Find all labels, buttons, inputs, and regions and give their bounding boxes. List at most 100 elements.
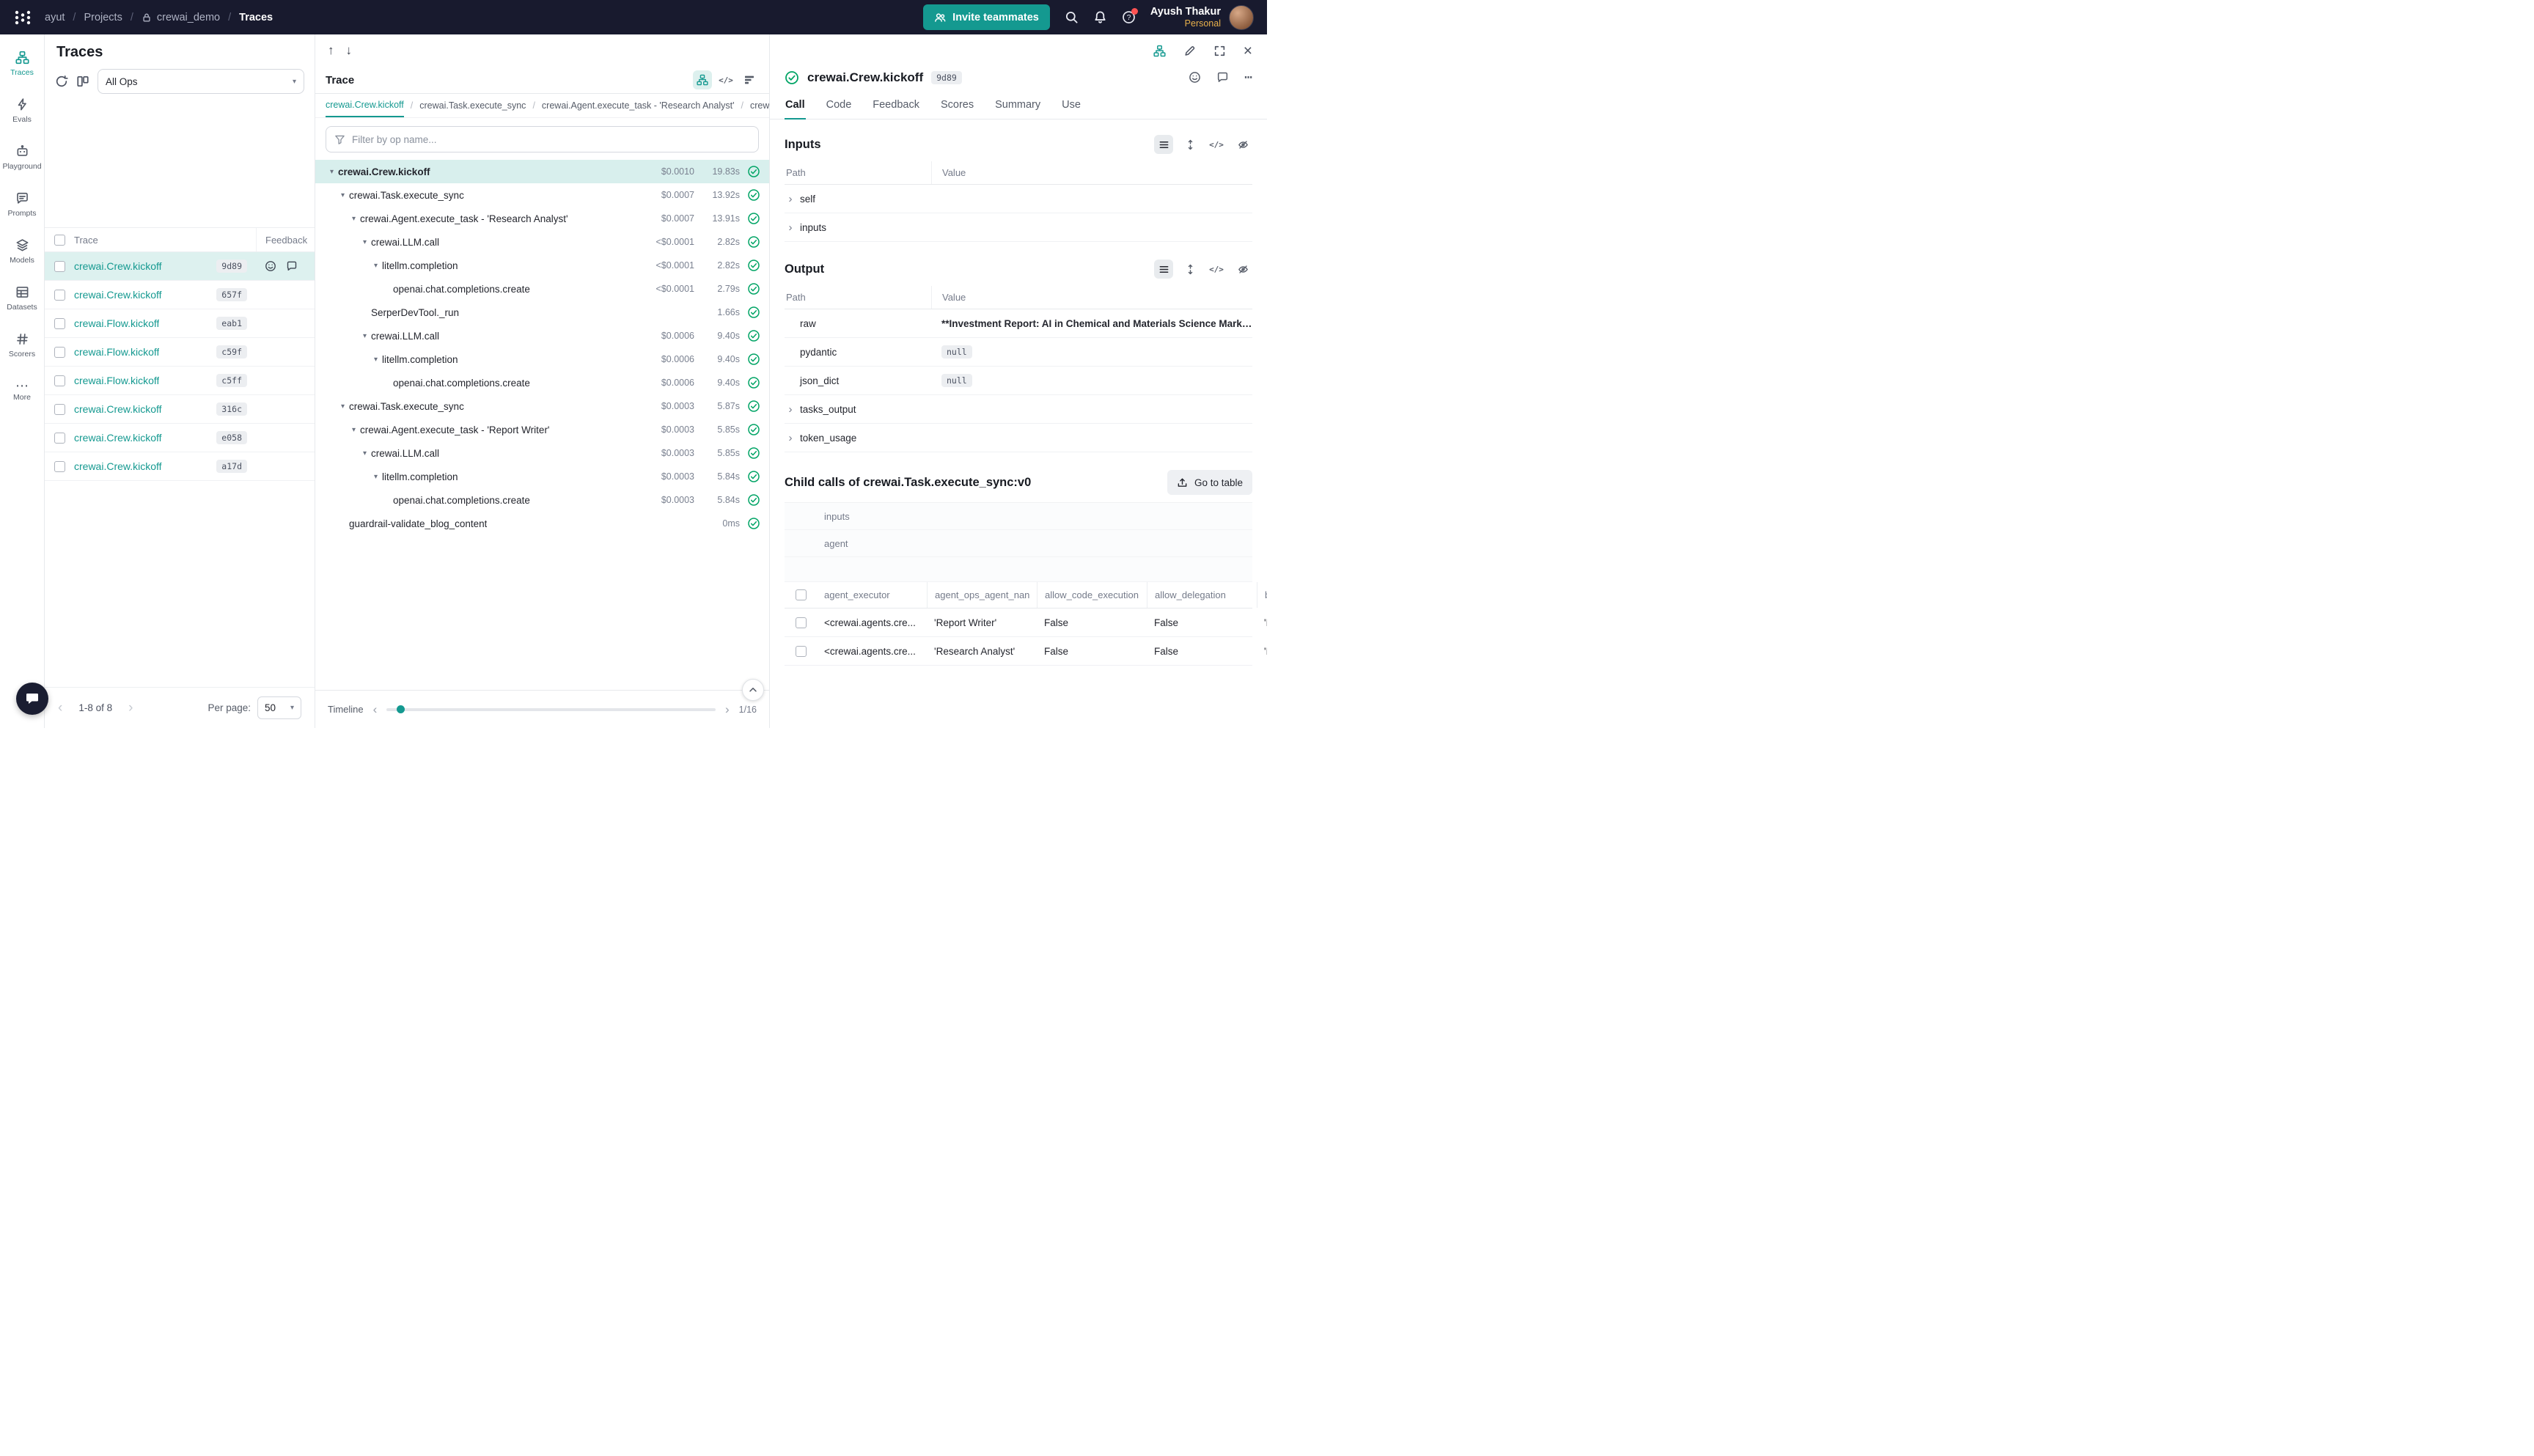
trace-tree-node[interactable]: ▾crewai.LLM.call<$0.00012.82s xyxy=(315,230,769,254)
tab-call[interactable]: Call xyxy=(785,92,806,120)
comment-icon[interactable] xyxy=(1216,71,1229,84)
notifications-bell-icon[interactable] xyxy=(1093,10,1107,24)
column-header[interactable]: allow_delegation xyxy=(1147,582,1257,608)
column-header[interactable]: agent_executor xyxy=(817,582,927,608)
trace-tree-node[interactable]: openai.chat.completions.create<$0.00012.… xyxy=(315,277,769,301)
trace-name-link[interactable]: crewai.Crew.kickoff xyxy=(74,403,162,415)
edit-pencil-icon[interactable] xyxy=(1183,45,1196,57)
invite-teammates-button[interactable]: Invite teammates xyxy=(923,4,1050,30)
overflow-menu-icon[interactable]: ⋯ xyxy=(1244,70,1252,85)
column-header[interactable]: allow_code_execution xyxy=(1037,582,1147,608)
trace-breadcrumb-item[interactable]: crewai.Crew.kickoff xyxy=(326,94,404,117)
row-checkbox[interactable] xyxy=(54,375,65,386)
trace-tree-node[interactable]: ▾crewai.Agent.execute_task - 'Research A… xyxy=(315,207,769,230)
column-settings-icon[interactable] xyxy=(76,75,89,88)
collapse-caret-icon[interactable]: ▾ xyxy=(359,332,371,340)
trace-tree-node[interactable]: ▾litellm.completion$0.00035.84s xyxy=(315,465,769,488)
column-header-feedback[interactable]: Feedback xyxy=(256,228,315,251)
collapse-caret-icon[interactable]: ▾ xyxy=(326,168,338,176)
trace-tree-node[interactable]: openai.chat.completions.create$0.00035.8… xyxy=(315,488,769,512)
trace-name-link[interactable]: crewai.Flow.kickoff xyxy=(74,375,159,386)
expand-chevron-icon[interactable]: › xyxy=(786,403,795,416)
close-icon[interactable]: × xyxy=(1244,43,1252,59)
ops-filter-select[interactable]: All Ops ▾ xyxy=(98,69,304,94)
list-view-icon[interactable] xyxy=(1154,135,1173,154)
row-checkbox[interactable] xyxy=(54,433,65,444)
sidebar-item-evals[interactable]: Evals xyxy=(0,87,44,134)
overview-tree-icon[interactable] xyxy=(1153,45,1166,57)
feedback-comment-icon[interactable] xyxy=(286,260,298,272)
timeline-next-icon[interactable]: › xyxy=(725,702,730,717)
collapse-panel-button[interactable] xyxy=(742,679,764,701)
trace-row[interactable]: crewai.Crew.kickoff657f xyxy=(45,281,315,309)
tab-scores[interactable]: Scores xyxy=(940,92,974,120)
collapse-caret-icon[interactable]: ▾ xyxy=(337,191,349,199)
trace-name-link[interactable]: crewai.Crew.kickoff xyxy=(74,432,162,444)
row-checkbox[interactable] xyxy=(796,646,807,657)
help-icon[interactable]: ? xyxy=(1122,10,1136,24)
collapse-caret-icon[interactable]: ▾ xyxy=(348,426,360,434)
trace-tree-node[interactable]: ▾crewai.LLM.call$0.00035.85s xyxy=(315,441,769,465)
tab-feedback[interactable]: Feedback xyxy=(872,92,920,120)
trace-tree-node[interactable]: guardrail-validate_blog_content0ms xyxy=(315,512,769,535)
trace-name-link[interactable]: crewai.Crew.kickoff xyxy=(74,289,162,301)
feedback-emoji-icon[interactable] xyxy=(265,260,276,272)
trace-row[interactable]: crewai.Flow.kickoffc59f xyxy=(45,338,315,367)
breadcrumb-projects[interactable]: Projects xyxy=(84,12,122,23)
chat-widget-button[interactable] xyxy=(16,683,48,715)
collapse-caret-icon[interactable]: ▾ xyxy=(359,238,371,246)
timeline-slider-handle[interactable] xyxy=(397,705,405,713)
column-header-trace[interactable]: Trace xyxy=(74,235,256,246)
timeline-slider[interactable] xyxy=(386,708,716,711)
trace-row[interactable]: crewai.Crew.kickoff9d89 xyxy=(45,252,315,281)
trace-tree-node[interactable]: ▾crewai.Agent.execute_task - 'Report Wri… xyxy=(315,418,769,441)
sidebar-item-traces[interactable]: Traces xyxy=(0,40,44,87)
sidebar-item-more[interactable]: ⋯More xyxy=(0,369,44,416)
expand-chevron-icon[interactable]: › xyxy=(786,432,795,444)
breadcrumb-user[interactable]: ayut xyxy=(45,12,65,23)
column-header[interactable]: b xyxy=(1257,582,1267,608)
trace-tree-node[interactable]: openai.chat.completions.create$0.00069.4… xyxy=(315,371,769,394)
tab-code[interactable]: Code xyxy=(826,92,853,120)
expand-all-icon[interactable] xyxy=(1180,135,1200,154)
tree-view-icon[interactable] xyxy=(693,70,712,89)
sidebar-item-datasets[interactable]: Datasets xyxy=(0,275,44,322)
tab-use[interactable]: Use xyxy=(1061,92,1081,120)
refresh-icon[interactable] xyxy=(55,75,68,88)
sidebar-item-scorers[interactable]: Scorers xyxy=(0,322,44,369)
trace-name-link[interactable]: crewai.Crew.kickoff xyxy=(74,260,162,272)
expand-chevron-icon[interactable]: › xyxy=(786,221,795,234)
trace-row[interactable]: crewai.Crew.kickoff316c xyxy=(45,395,315,424)
code-view-icon[interactable]: </> xyxy=(1207,260,1226,279)
next-sibling-arrow-icon[interactable]: ↓ xyxy=(346,43,353,58)
trace-breadcrumb-item[interactable]: crewai.Task.execute_sync xyxy=(419,94,526,117)
timeline-prev-icon[interactable]: ‹ xyxy=(373,702,378,717)
per-page-select[interactable]: 50 ▾ xyxy=(257,696,301,719)
trace-name-link[interactable]: crewai.Flow.kickoff xyxy=(74,346,159,358)
expand-chevron-icon[interactable]: › xyxy=(786,193,795,205)
go-to-table-button[interactable]: Go to table xyxy=(1167,470,1252,495)
feedback-emoji-icon[interactable] xyxy=(1189,71,1201,84)
row-checkbox[interactable] xyxy=(54,404,65,415)
trace-tree-node[interactable]: ▾crewai.Task.execute_sync$0.000713.92s xyxy=(315,183,769,207)
wandb-logo-icon[interactable] xyxy=(0,8,45,27)
trace-name-link[interactable]: crewai.Crew.kickoff xyxy=(74,460,162,472)
code-view-icon[interactable]: </> xyxy=(1207,135,1226,154)
prev-sibling-arrow-icon[interactable]: ↑ xyxy=(328,43,334,58)
trace-name-link[interactable]: crewai.Flow.kickoff xyxy=(74,317,159,329)
row-checkbox[interactable] xyxy=(796,617,807,628)
sidebar-item-models[interactable]: Models xyxy=(0,228,44,275)
column-header[interactable]: agent_ops_agent_nan xyxy=(927,582,1037,608)
trace-tree-node[interactable]: ▾crewai.Task.execute_sync$0.00035.87s xyxy=(315,394,769,418)
trace-breadcrumb-item[interactable]: crewai.LLM.cal xyxy=(750,94,769,117)
user-menu[interactable]: Ayush Thakur Personal xyxy=(1150,5,1254,30)
sidebar-item-prompts[interactable]: Prompts xyxy=(0,181,44,228)
fullscreen-icon[interactable] xyxy=(1213,45,1226,57)
trace-tree-node[interactable]: SerperDevTool._run1.66s xyxy=(315,301,769,324)
trace-breadcrumb-item[interactable]: crewai.Agent.execute_task - 'Research An… xyxy=(542,94,735,117)
row-checkbox[interactable] xyxy=(54,318,65,329)
select-all-checkbox[interactable] xyxy=(796,589,807,600)
trace-tree-node[interactable]: ▾crewai.LLM.call$0.00069.40s xyxy=(315,324,769,348)
breadcrumb-project[interactable]: crewai_demo xyxy=(142,12,220,23)
code-view-icon[interactable]: </> xyxy=(716,70,735,89)
